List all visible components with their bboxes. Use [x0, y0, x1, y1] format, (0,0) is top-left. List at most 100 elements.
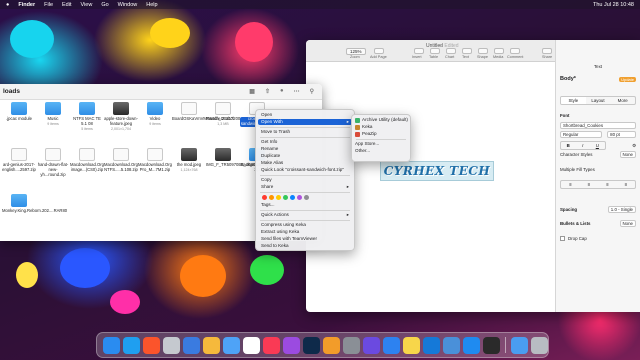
- dock-app-notes-icon[interactable]: [403, 336, 420, 354]
- search-icon[interactable]: ⚲: [310, 88, 314, 95]
- tag-color-dot[interactable]: [262, 195, 267, 200]
- menu-item-move-to-trash[interactable]: Move to Trash: [258, 129, 352, 135]
- menu-help[interactable]: Help: [146, 2, 157, 8]
- file-item[interactable]: Macdownload.Org NTFS.....5.108.zip: [104, 148, 138, 173]
- dock-app-system-preferences-icon[interactable]: [343, 336, 360, 354]
- dock-app-pages-icon[interactable]: [323, 336, 340, 354]
- underline-button[interactable]: U: [590, 142, 605, 149]
- paragraph-style-row[interactable]: Body* Update: [560, 76, 636, 82]
- file-item[interactable]: Macdownload.Org Pro_M...7M1.zip: [138, 148, 172, 173]
- bold-button[interactable]: B: [561, 142, 576, 149]
- tag-color-dot[interactable]: [297, 195, 302, 200]
- file-item[interactable]: Macdownload.Org image...(CS0).zip: [70, 148, 104, 173]
- file-item[interactable]: Rumble.20217200p.AMZN...R07Ok1,3 MB: [206, 102, 272, 126]
- grid-view-icon[interactable]: ▦: [249, 88, 255, 95]
- submenu-item[interactable]: Archive Utility (default): [355, 117, 408, 123]
- tab-layout[interactable]: Layout: [586, 97, 611, 104]
- dock-app-keynote-icon[interactable]: [383, 336, 400, 354]
- document-text-box[interactable]: CYRHEX TECH: [380, 161, 494, 181]
- dock-app-calendar-icon[interactable]: [243, 336, 260, 354]
- font-size-field[interactable]: 80 pt: [607, 131, 636, 138]
- menu-view[interactable]: View: [81, 2, 93, 8]
- shape-button[interactable]: [478, 48, 488, 54]
- align-left-icon[interactable]: ≡: [561, 181, 580, 188]
- dock-app-podcasts-icon[interactable]: [283, 336, 300, 354]
- menu-edit[interactable]: Edit: [62, 2, 71, 8]
- font-style-popup[interactable]: Regular: [560, 131, 602, 138]
- text-button[interactable]: [462, 48, 472, 54]
- update-style-button[interactable]: Update: [619, 76, 636, 82]
- media-button[interactable]: [494, 48, 504, 54]
- submenu-item[interactable]: App Store...: [355, 141, 408, 147]
- file-item[interactable]: ard-genius-2017-english....2597.zip: [2, 148, 36, 173]
- menu-item-share[interactable]: Share ▸: [258, 184, 352, 190]
- menu-item-get-info[interactable]: Get Info: [258, 139, 352, 145]
- italic-button[interactable]: I: [576, 142, 591, 149]
- dock-app-mail-icon[interactable]: [223, 336, 240, 354]
- menu-item-rename[interactable]: Rename: [258, 146, 352, 152]
- submenu-item[interactable]: PeaZip: [355, 131, 408, 137]
- dock-app-trash-icon[interactable]: [531, 336, 548, 354]
- dock-app-photoshop-icon[interactable]: [303, 336, 320, 354]
- file-item[interactable]: Video 9 items: [138, 102, 172, 126]
- zoom-popup[interactable]: 125%: [346, 48, 366, 55]
- dock-app-launchpad-icon[interactable]: [163, 336, 180, 354]
- tag-icon[interactable]: ●: [280, 88, 284, 95]
- dock-app-photos-icon[interactable]: [203, 336, 220, 354]
- menu-item-copy[interactable]: Copy: [258, 177, 352, 183]
- menu-go[interactable]: Go: [101, 2, 108, 8]
- tag-color-dot[interactable]: [283, 195, 288, 200]
- font-family-popup[interactable]: Shortbread_Cookies: [560, 122, 636, 129]
- tab-more[interactable]: More: [610, 97, 635, 104]
- menu-item-quick-actions[interactable]: Quick Actions ▸: [258, 212, 352, 218]
- menu-item-send-to-keka[interactable]: Send to Keka: [258, 243, 352, 249]
- share-button[interactable]: [542, 48, 552, 54]
- tag-color-dot[interactable]: [304, 195, 309, 200]
- dock-app-downloads-icon[interactable]: [511, 336, 528, 354]
- bullets-popup[interactable]: None: [619, 220, 636, 227]
- file-item[interactable]: the mod.jpeg 1,124×768: [172, 148, 206, 172]
- file-item[interactable]: NTFS MAC TE 5.1 08 5 items: [70, 102, 104, 131]
- file-item[interactable]: hand-drawn-flat-new-yh...round.zip: [36, 148, 70, 177]
- file-item[interactable]: Music 9 items: [36, 102, 70, 126]
- dock-app-finder-icon[interactable]: [103, 336, 120, 354]
- dock-app-teamviewer-icon[interactable]: [423, 336, 440, 354]
- menu-item-open[interactable]: Open: [258, 112, 352, 118]
- file-item[interactable]: IMG_F_TR50970B8_4948...S.zip.jpeg: [206, 148, 277, 168]
- align-center-icon[interactable]: ≡: [580, 181, 599, 188]
- char-styles-popup[interactable]: None: [619, 151, 636, 158]
- tab-style[interactable]: Style: [561, 97, 586, 104]
- chart-button[interactable]: [446, 48, 456, 54]
- drop-cap-checkbox[interactable]: [560, 236, 565, 241]
- submenu-item[interactable]: Keka: [355, 124, 408, 130]
- comment-button[interactable]: [510, 48, 520, 54]
- menu-item-open-with[interactable]: Open With ▸: [258, 119, 352, 125]
- tag-color-dot[interactable]: [269, 195, 274, 200]
- align-justify-icon[interactable]: ≡: [617, 181, 636, 188]
- menu-item-tags[interactable]: Tags...: [258, 202, 352, 208]
- menu-item-compress-keka[interactable]: Compress using Keka: [258, 222, 352, 228]
- submenu-item[interactable]: Other...: [355, 148, 408, 154]
- dock-app-app-store-icon[interactable]: [463, 336, 480, 354]
- insert-button[interactable]: [414, 48, 424, 54]
- menu-clock[interactable]: Thu Jul 28 10:48: [593, 2, 634, 8]
- menu-item-send-teamviewer[interactable]: Send files with TeamViewer: [258, 236, 352, 242]
- menu-file[interactable]: File: [44, 2, 53, 8]
- file-item[interactable]: Monkey.King.Reborn.202....RAR80: [2, 194, 67, 214]
- dock-app-brave-icon[interactable]: [143, 336, 160, 354]
- dock-app-safari-icon[interactable]: [123, 336, 140, 354]
- tag-color-dot[interactable]: [290, 195, 295, 200]
- share-icon[interactable]: ⇧: [265, 88, 270, 95]
- menu-app-name[interactable]: Finder: [18, 2, 35, 8]
- add-page-button[interactable]: [374, 48, 384, 54]
- dock-app-files-icon[interactable]: [183, 336, 200, 354]
- table-button[interactable]: [430, 48, 440, 54]
- menu-item-quick-look[interactable]: Quick Look "croissant-sandwich-font.zip": [258, 167, 352, 173]
- dock-app-quicktime-icon[interactable]: [483, 336, 500, 354]
- menu-window[interactable]: Window: [118, 2, 138, 8]
- menu-item-extract-keka[interactable]: Extract using Keka: [258, 229, 352, 235]
- file-item[interactable]: .jpcac module: [2, 102, 36, 122]
- spacing-popup[interactable]: 1.0 - Single: [607, 206, 636, 213]
- menu-item-duplicate[interactable]: Duplicate: [258, 153, 352, 159]
- paragraph-style-name[interactable]: Body*: [560, 76, 576, 82]
